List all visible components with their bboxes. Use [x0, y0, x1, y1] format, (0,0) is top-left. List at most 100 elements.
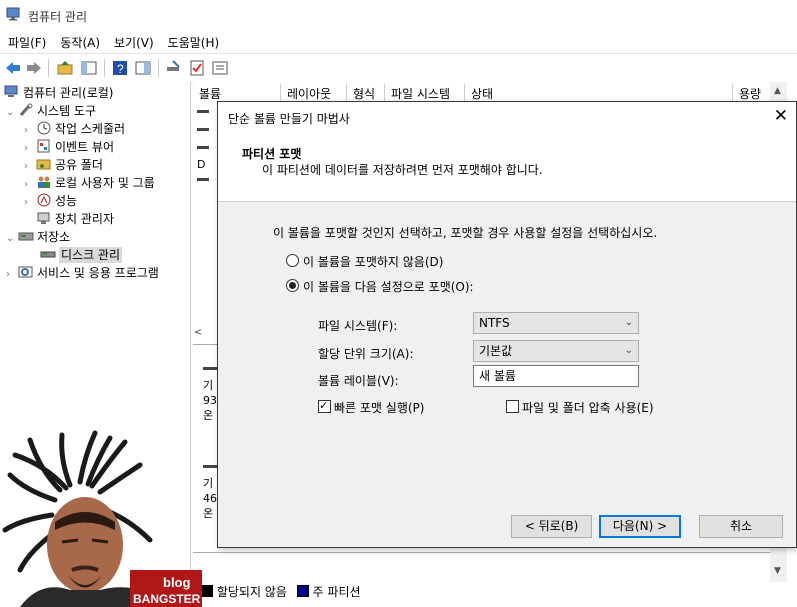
menu-file[interactable]: 파일(F) [0, 30, 52, 51]
legend-bar: 할당되지 않음 주 파티션 [193, 582, 783, 602]
back-arrow-icon[interactable] [4, 59, 22, 77]
dialog-title: 단순 볼륨 만들기 마법사 [228, 112, 350, 126]
volume-row-fragment: D [197, 158, 206, 171]
help-icon[interactable]: ? [111, 59, 129, 77]
checkbox-label: 빠른 포맷 실행(P) [334, 401, 425, 415]
list-view-icon[interactable] [211, 59, 229, 77]
tree-item-label: 디스크 관리 [59, 247, 123, 263]
tree-item-task-scheduler[interactable]: › 작업 스케줄러 [24, 120, 125, 138]
tree-item-disk-management[interactable]: 디스크 관리 [40, 246, 123, 264]
tree-item-label: 서비스 및 응용 프로그램 [37, 266, 159, 280]
legend-unallocated: 할당되지 않음 [216, 585, 287, 599]
forward-arrow-icon[interactable] [25, 59, 43, 77]
close-icon[interactable]: ✕ [774, 106, 788, 126]
chevron-right-icon[interactable]: › [6, 266, 18, 284]
volume-label-input[interactable]: 새 볼륨 [473, 365, 639, 387]
radio-no-format[interactable]: 이 볼륨을 포맷하지 않음(D) [286, 254, 443, 270]
chevron-down-icon[interactable]: ⌄ [6, 104, 18, 122]
tree-item-services[interactable]: › 서비스 및 응용 프로그램 [6, 264, 159, 282]
tree-item-event-viewer[interactable]: › 이벤트 뷰어 [24, 138, 114, 156]
radio-button-selected[interactable] [286, 279, 299, 292]
disk2-line: 기 [203, 477, 214, 490]
clock-icon [37, 121, 51, 135]
scroll-up-icon[interactable]: ▲ [774, 86, 781, 96]
menu-help[interactable]: 도움말(H) [160, 30, 226, 51]
disk-connect-icon[interactable] [165, 59, 183, 77]
dialog-header: 파티션 포맷 이 파티션에 데이터를 저장하려면 먼저 포맷해야 합니다. [218, 131, 796, 202]
tree-item-device-manager[interactable]: 장치 관리자 [36, 210, 114, 228]
checkbox-label: 파일 및 폴더 압축 사용(E) [522, 401, 654, 415]
services-icon [18, 266, 33, 278]
filesystem-select[interactable]: NTFS ⌄ [473, 312, 639, 334]
disk2-info: 기 46 온 [203, 476, 217, 521]
menu-view[interactable]: 보기(V) [106, 30, 160, 51]
shared-folder-icon [36, 159, 51, 170]
instruction-text: 이 볼륨을 포맷할 것인지 선택하고, 포맷할 경우 사용할 설정을 선택하십시… [273, 226, 658, 240]
scroll-down-icon[interactable]: ▼ [774, 566, 781, 576]
checklist-icon[interactable] [188, 59, 206, 77]
radio-label: 이 볼륨을 포맷하지 않음(D) [303, 255, 444, 269]
watermark-brand-text: BANGSTER [133, 592, 201, 606]
compression-checkbox[interactable]: 파일 및 폴더 압축 사용(E) [506, 400, 654, 416]
disk-icon [40, 251, 56, 258]
next-button[interactable]: 다음(N) > [599, 515, 681, 538]
tree-item-system-tools[interactable]: ⌄ 시스템 도구 [6, 102, 96, 120]
volume-label-label: 볼륨 레이블(V): [318, 374, 399, 388]
cancel-button[interactable]: 취소 [699, 515, 783, 538]
tree-item-label: 로컬 사용자 및 그룹 [55, 176, 155, 190]
disk1-info: 기 93 온 [203, 378, 217, 423]
header-title: 파티션 포맷 [242, 147, 302, 161]
tree-item-storage[interactable]: ⌄ 저장소 [6, 228, 70, 246]
allocation-unit-select[interactable]: 기본값 ⌄ [473, 340, 639, 362]
chevron-down-icon: ⌄ [624, 345, 633, 356]
properties-pane-icon[interactable] [134, 59, 152, 77]
tree-item-label: 이벤트 뷰어 [55, 140, 115, 154]
filesystem-value: NTFS [479, 316, 510, 330]
volume-row-icon [197, 110, 209, 113]
radio-button[interactable] [286, 254, 299, 267]
menu-action[interactable]: 동작(A) [52, 30, 106, 51]
tree-item-local-users[interactable]: › 로컬 사용자 및 그룹 [24, 174, 155, 192]
radio-format[interactable]: 이 볼륨을 다음 설정으로 포맷(O): [286, 279, 474, 295]
toolbar: ? [0, 53, 797, 83]
checkbox-checked[interactable] [318, 398, 331, 414]
tree-root[interactable]: 컴퓨터 관리(로컬) [4, 84, 113, 102]
users-icon [38, 176, 50, 188]
volume-row-icon [197, 146, 209, 149]
disk-icon [203, 465, 217, 468]
blog-watermark-avatar: blog BANGSTER [2, 430, 202, 607]
scroll-left-icon[interactable]: < [194, 327, 202, 338]
tree-item-performance[interactable]: › 성능 [24, 192, 77, 210]
performance-icon [37, 193, 51, 207]
filesystem-label: 파일 시스템(F): [318, 319, 398, 333]
device-manager-icon [37, 212, 50, 224]
svg-text:?: ? [117, 62, 124, 76]
up-folder-icon[interactable] [56, 59, 74, 77]
tree-item-label: 공유 폴더 [55, 158, 103, 172]
allocation-label: 할당 단위 크기(A): [318, 347, 414, 361]
tree-item-label: 저장소 [37, 230, 71, 244]
chevron-down-icon[interactable]: ⌄ [6, 230, 18, 248]
checkbox-unchecked[interactable] [506, 400, 519, 413]
allocation-value: 기본값 [479, 344, 513, 358]
quick-format-checkbox[interactable]: 빠른 포맷 실행(P) [318, 398, 425, 416]
tree-item-shared-folders[interactable]: › 공유 폴더 [24, 156, 103, 174]
volume-row-icon [197, 178, 209, 181]
disk1-line: 온 [203, 409, 214, 422]
watermark-blog-text: blog [163, 575, 190, 590]
disk1-line: 93 [203, 394, 217, 407]
tree-item-label: 시스템 도구 [37, 104, 97, 118]
menu-bar: 파일(F) 동작(A) 보기(V) 도움말(H) [0, 30, 797, 52]
event-log-icon [37, 139, 50, 153]
radio-label: 이 볼륨을 다음 설정으로 포맷(O): [303, 280, 474, 294]
computer-management-icon [6, 7, 20, 21]
chevron-right-icon[interactable]: › [24, 194, 36, 212]
primary-partition-swatch [296, 585, 309, 597]
storage-icon [18, 232, 34, 241]
back-button[interactable]: < 뒤로(B) [511, 515, 592, 538]
tree-item-label: 작업 스케줄러 [55, 122, 126, 136]
header-subtitle: 이 파티션에 데이터를 저장하려면 먼저 포맷해야 합니다. [262, 163, 543, 177]
console-tree-icon[interactable] [80, 59, 98, 77]
disk2-line: 온 [203, 507, 214, 520]
dialog-title-bar: 단순 볼륨 만들기 마법사 ✕ [218, 102, 796, 131]
